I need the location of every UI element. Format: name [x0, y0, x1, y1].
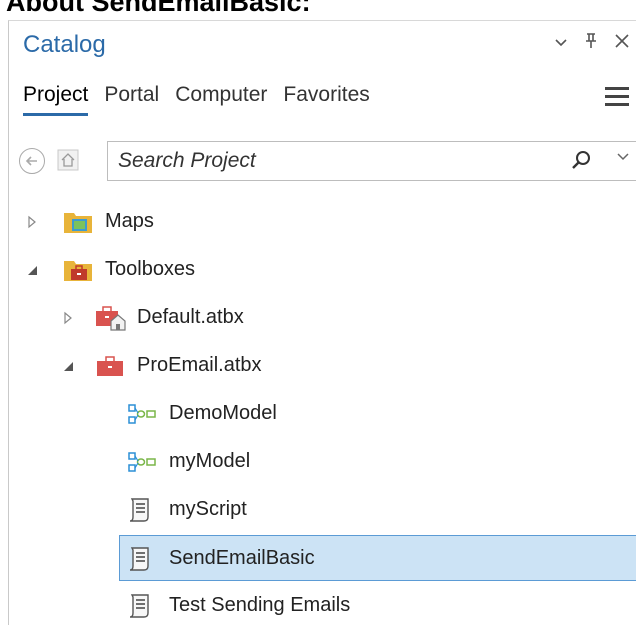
- search-input[interactable]: [116, 146, 540, 176]
- pane-title: Catalog: [23, 31, 106, 58]
- default-toolbox-icon: [95, 305, 126, 331]
- page-heading: About SendEmailBasic:: [6, 0, 311, 17]
- pin-icon[interactable]: [583, 29, 599, 59]
- tree-item-label: Toolboxes: [105, 258, 196, 280]
- hamburger-menu-icon[interactable]: [605, 87, 629, 107]
- tree-item-test-sending-emails[interactable]: Test Sending Emails: [9, 583, 609, 629]
- maps-folder-icon: [63, 209, 93, 235]
- tree-item-toolboxes[interactable]: Toolboxes: [9, 247, 609, 293]
- search-row: [17, 139, 636, 183]
- tree-item-label: myModel: [169, 450, 251, 472]
- back-arrow-icon[interactable]: [19, 148, 45, 174]
- script-icon: [127, 497, 157, 523]
- chevron-down-icon[interactable]: [616, 149, 630, 168]
- tree-item-sendemailbasic[interactable]: SendEmailBasic: [119, 535, 636, 581]
- tree-item-demomodel[interactable]: DemoModel: [9, 391, 609, 437]
- search-box: [107, 141, 636, 181]
- catalog-tabs: Project Portal Computer Favorites: [23, 83, 370, 116]
- collapse-arrow-icon[interactable]: [61, 359, 75, 373]
- tree-item-label: myScript: [169, 498, 247, 520]
- script-icon: [127, 546, 157, 572]
- tab-favorites[interactable]: Favorites: [283, 83, 369, 116]
- tree-item-proemail-atbx[interactable]: ProEmail.atbx: [9, 343, 609, 389]
- model-icon: [127, 401, 157, 427]
- tree-item-default-atbx[interactable]: Default.atbx: [9, 295, 609, 341]
- catalog-pane: Catalog Project Portal Computer Favorite…: [8, 20, 636, 625]
- tab-computer[interactable]: Computer: [175, 83, 267, 116]
- toolboxes-folder-icon: [63, 257, 93, 283]
- home-icon[interactable]: [57, 149, 79, 171]
- tree-item-label: DemoModel: [169, 402, 277, 424]
- script-icon: [127, 593, 157, 619]
- tree-item-myscript[interactable]: myScript: [9, 487, 609, 533]
- tree-item-mymodel[interactable]: myModel: [9, 439, 609, 485]
- tab-portal[interactable]: Portal: [104, 83, 159, 116]
- tree-item-label: Maps: [105, 210, 154, 232]
- close-icon[interactable]: [613, 29, 631, 59]
- tree-item-label: SendEmailBasic: [169, 547, 315, 569]
- tree-item-label: ProEmail.atbx: [137, 354, 262, 376]
- model-icon: [127, 449, 157, 475]
- pane-controls: [553, 29, 631, 59]
- options-dropdown-icon[interactable]: [553, 29, 569, 59]
- tree-item-label: Default.atbx: [137, 306, 244, 328]
- collapse-arrow-icon[interactable]: [25, 263, 39, 277]
- expand-arrow-icon[interactable]: [25, 215, 39, 229]
- tab-project[interactable]: Project: [23, 83, 89, 116]
- expand-arrow-icon[interactable]: [61, 311, 75, 325]
- toolbox-icon: [95, 353, 125, 379]
- search-icon[interactable]: [570, 150, 592, 172]
- tree-item-maps[interactable]: Maps: [9, 199, 609, 245]
- tree-item-label: Test Sending Emails: [169, 594, 351, 616]
